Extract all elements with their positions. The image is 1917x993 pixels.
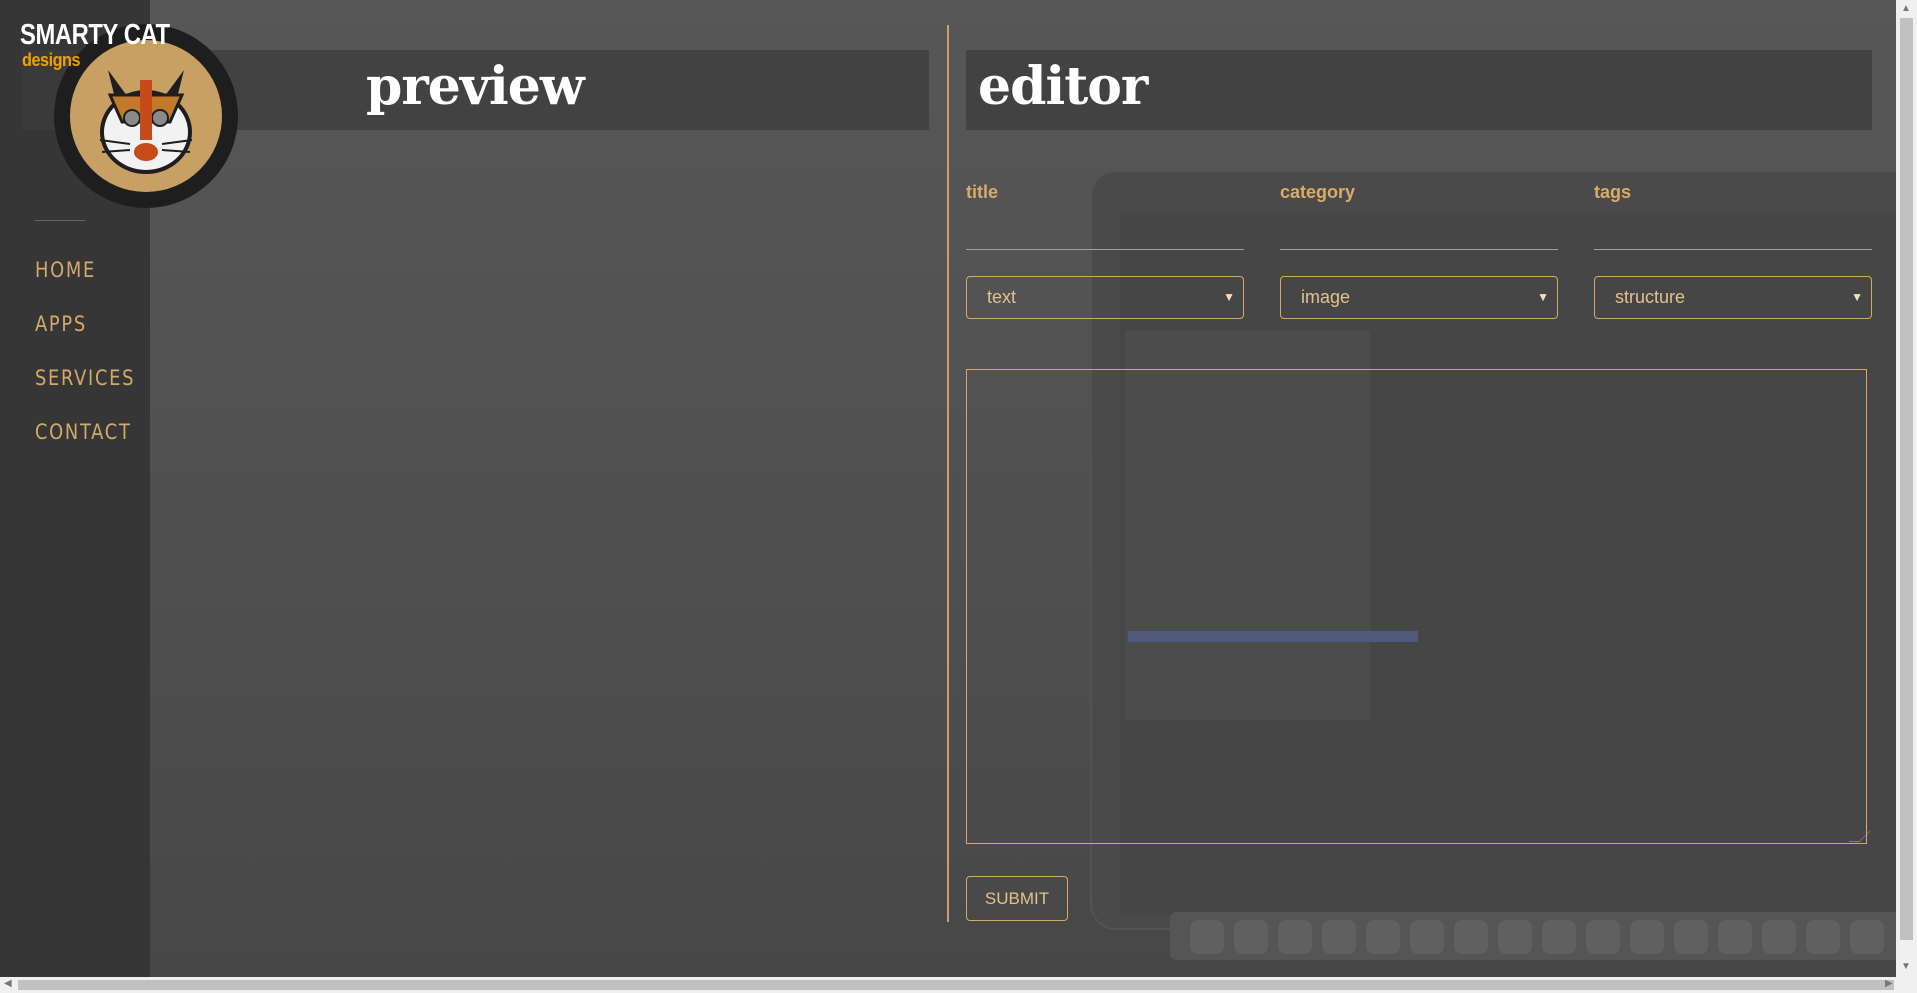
- scroll-down-icon[interactable]: ▼: [1901, 961, 1911, 972]
- main-nav: HOME APPS SERVICES CONTACT: [35, 258, 153, 474]
- background-dock: [1170, 912, 1896, 960]
- sidebar-divider: [35, 220, 85, 221]
- category-label: category: [1280, 182, 1356, 202]
- title-label: title: [966, 182, 999, 202]
- vertical-scroll-thumb[interactable]: [1900, 18, 1913, 940]
- horizontal-scroll-thumb[interactable]: [18, 980, 1894, 990]
- tags-label: tags: [1594, 182, 1632, 202]
- column-divider: [947, 25, 949, 922]
- type-select-value: text: [987, 287, 1017, 307]
- preview-title: preview: [366, 56, 585, 117]
- type-select[interactable]: text ▼: [966, 276, 1244, 319]
- brand-name: SMARTY CAT: [20, 19, 170, 51]
- dropdown-arrow-icon: ▼: [1223, 290, 1235, 304]
- scroll-right-icon[interactable]: ▶: [1885, 978, 1893, 989]
- tags-input[interactable]: [1594, 208, 1872, 250]
- brand-logo[interactable]: [54, 24, 238, 208]
- title-input[interactable]: [966, 208, 1244, 250]
- layout-select[interactable]: structure ▼: [1594, 276, 1872, 319]
- nav-item-contact[interactable]: CONTACT: [35, 420, 135, 474]
- layout-select-value: structure: [1615, 287, 1686, 307]
- category-input[interactable]: [1280, 208, 1558, 250]
- media-select-value: image: [1301, 287, 1351, 307]
- body-textarea[interactable]: [966, 369, 1867, 844]
- horizontal-scrollbar[interactable]: ◀ ▶: [0, 977, 1917, 993]
- editor-title: editor: [978, 56, 1148, 117]
- nav-item-apps[interactable]: APPS: [35, 312, 135, 366]
- dropdown-arrow-icon: ▼: [1537, 290, 1549, 304]
- submit-button[interactable]: SUBMIT: [966, 876, 1068, 921]
- dropdown-arrow-icon: ▼: [1851, 290, 1863, 304]
- brand-subtitle: designs: [22, 50, 81, 70]
- scroll-left-icon[interactable]: ◀: [4, 978, 12, 989]
- vertical-scrollbar[interactable]: ▲ ▼: [1896, 0, 1917, 977]
- cat-logo-icon: [70, 40, 222, 192]
- scroll-up-icon[interactable]: ▲: [1901, 3, 1911, 14]
- media-select[interactable]: image ▼: [1280, 276, 1558, 319]
- nav-item-services[interactable]: SERVICES: [35, 366, 135, 420]
- nav-item-home[interactable]: HOME: [35, 258, 135, 312]
